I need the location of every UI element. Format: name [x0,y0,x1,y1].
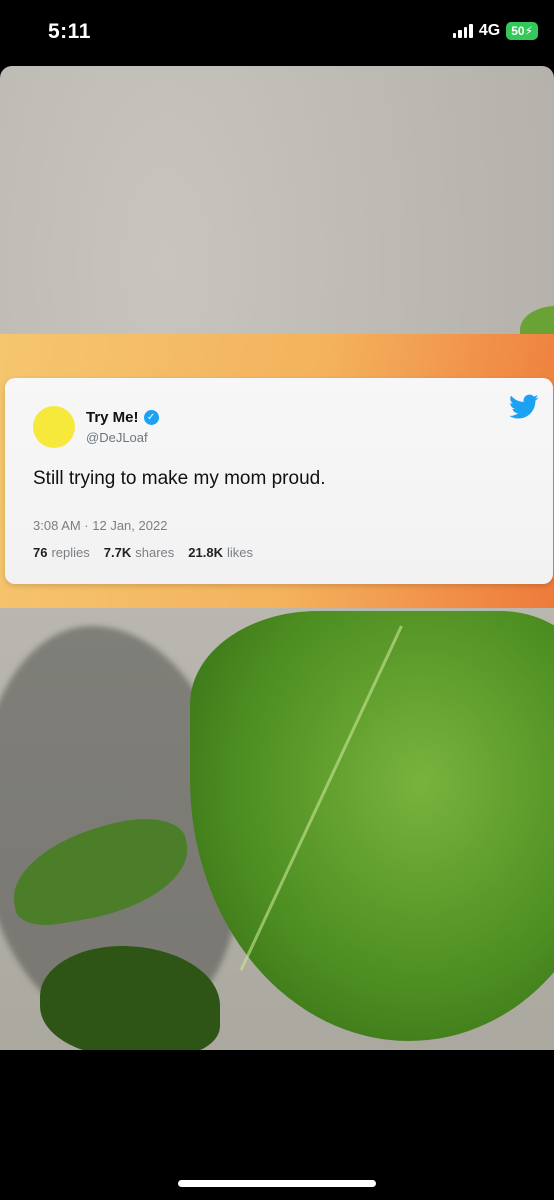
tweet-stats: 76 replies 7.7K shares 21.8K likes [33,545,253,560]
tweet-timestamp: 3:08 AM · 12 Jan, 2022 [33,518,168,533]
story-photo: Try Me! ✓ @DeJLoaf Still trying to make … [0,66,554,1050]
tweet-author: Try Me! ✓ [86,409,159,426]
shares-stat: 7.7K shares [103,545,175,560]
status-bar: 5:11 4G 50⚡ [0,0,554,66]
network-type: 4G [478,22,501,39]
battery-indicator: 50⚡ [506,22,538,40]
likes-stat: 21.8K likes [188,545,253,560]
handle: @DeJLoaf [86,430,148,445]
tweet-card[interactable]: Try Me! ✓ @DeJLoaf Still trying to make … [5,378,553,584]
verified-badge-icon: ✓ [143,410,159,425]
status-time: 5:11 [48,20,91,43]
battery-level: 50 [511,24,525,38]
display-name: Try Me! [86,409,139,426]
cellular-signal-icon [452,24,473,38]
status-indicators: 4G 50⚡ [452,22,538,40]
replies-stat: 76 replies [33,545,90,560]
avatar [33,406,75,448]
home-indicator[interactable] [178,1180,376,1187]
twitter-bird-icon [509,394,539,419]
tweet-text: Still trying to make my mom proud. [33,468,326,489]
